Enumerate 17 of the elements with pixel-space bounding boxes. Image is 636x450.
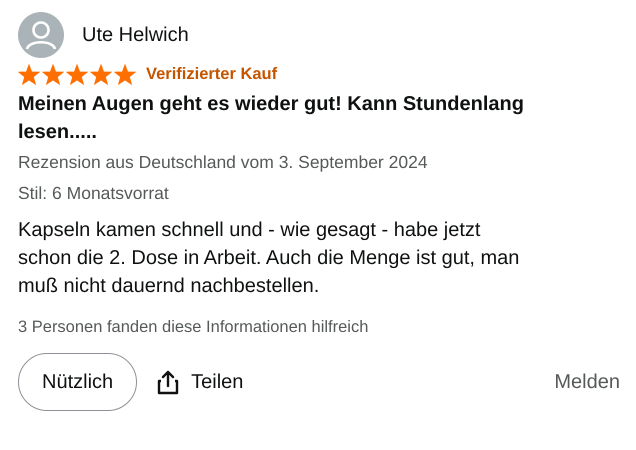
report-link[interactable]: Melden [554,370,620,394]
review-variant: Stil: 6 Monatsvorrat [18,182,170,205]
star-icon [42,64,64,85]
share-icon [157,370,180,394]
verified-purchase-label: Verifizierter Kauf [146,65,278,84]
helpful-button[interactable]: Nützlich [18,353,138,411]
avatar-icon [18,12,64,58]
review-text: Kapseln kamen schnell und - wie gesagt - habe jetzt schon die 2. Dose in Arbeit. Auch die Menge ist gut, man muß nicht dauernd nachbestellen. [18,218,520,299]
star-icon [90,64,112,85]
review-title: Meinen Augen geht es wieder gut! Kann Stundenlang lesen..... [18,92,525,145]
review-date: Rezension aus Deutschland vom 3. September 2024 [18,151,429,174]
star-icon [66,64,88,85]
star-icon [18,64,40,85]
star-icon [114,64,136,85]
share-button[interactable]: Teilen [157,370,244,394]
reviewer-name: Ute Helwich [82,24,189,46]
helpful-count: 3 Personen fanden diese Informationen hilfreich [18,318,370,337]
